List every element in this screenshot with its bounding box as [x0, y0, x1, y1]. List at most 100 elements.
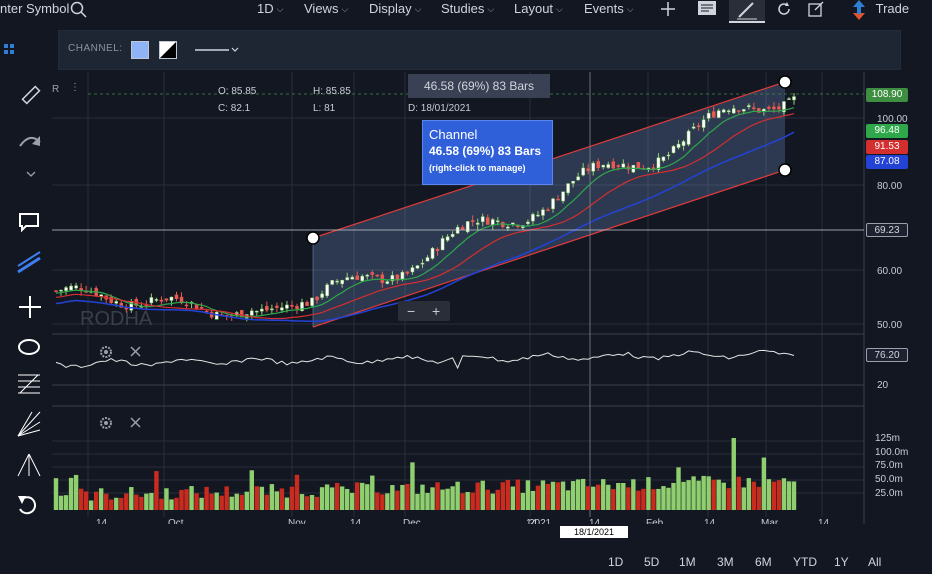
- pitchfork-icon[interactable]: [17, 453, 41, 477]
- volume-bar: [199, 497, 204, 510]
- range-3m[interactable]: 3M: [717, 555, 734, 569]
- volume-bar: [88, 500, 94, 510]
- oscillator-value-badge: 76.20: [866, 348, 908, 362]
- volume-bar: [184, 489, 189, 510]
- candle-body: [410, 267, 415, 273]
- add-icon[interactable]: [659, 0, 677, 21]
- candle-body: [576, 176, 580, 181]
- volume-bar: [144, 493, 149, 510]
- zoom-in-button[interactable]: +: [432, 303, 440, 319]
- channel-line-color-swatch[interactable]: [159, 41, 177, 59]
- volume-bar: [736, 476, 741, 510]
- candle-body: [536, 214, 540, 217]
- candle-body: [591, 162, 595, 172]
- time-tick: 14: [96, 518, 108, 524]
- symbol-search-input[interactable]: nter Symbol: [0, 1, 69, 16]
- trade-button[interactable]: Trade: [852, 0, 909, 20]
- channel-handle-end[interactable]: [778, 75, 792, 89]
- volume-bar: [530, 490, 536, 510]
- trend-line-icon[interactable]: [17, 251, 41, 274]
- volume-bar: [706, 476, 711, 510]
- volume-bar: [525, 480, 531, 510]
- candle-body: [199, 307, 204, 309]
- channel-fill-color-swatch[interactable]: [131, 41, 149, 59]
- display-menu[interactable]: Display ⌵: [369, 1, 421, 16]
- draw-pencil-icon[interactable]: [729, 0, 765, 23]
- close-icon[interactable]: [130, 346, 141, 357]
- volume-bar: [611, 489, 616, 510]
- time-tick: Dec: [403, 518, 421, 524]
- line-style-dropdown[interactable]: [195, 43, 241, 61]
- volume-bar: [214, 492, 219, 510]
- events-menu[interactable]: Events ⌵: [584, 1, 634, 16]
- popout-icon[interactable]: [807, 0, 825, 21]
- volume-bar: [164, 488, 169, 510]
- range-1y[interactable]: 1Y: [834, 555, 849, 569]
- fibonacci-icon[interactable]: [18, 374, 40, 394]
- price-badge: 96.48: [866, 124, 908, 138]
- volume-bar: [390, 485, 395, 510]
- candle-body: [345, 277, 349, 281]
- candle-body: [470, 220, 475, 222]
- time-tick: 14: [704, 518, 716, 524]
- close-icon[interactable]: [130, 417, 141, 428]
- range-6m[interactable]: 6M: [755, 555, 772, 569]
- channel-handle-start[interactable]: [306, 231, 320, 245]
- candle-body: [335, 280, 339, 283]
- views-menu[interactable]: Views ⌵: [304, 1, 348, 16]
- volume-bar: [681, 481, 686, 510]
- gear-icon[interactable]: [100, 346, 112, 358]
- volume-bar: [475, 482, 480, 510]
- candle-body: [255, 310, 259, 313]
- candle-body: [616, 165, 621, 167]
- trade-label: Trade: [875, 1, 910, 17]
- candle-body: [214, 311, 219, 320]
- redo-arrow-icon[interactable]: [19, 136, 41, 147]
- volume-bar: [149, 492, 154, 510]
- candle-body: [285, 304, 289, 309]
- candle-body: [792, 96, 796, 101]
- grid-apps-icon[interactable]: [4, 44, 14, 54]
- gann-fan-icon[interactable]: [17, 411, 41, 437]
- range-5d[interactable]: 5D: [644, 555, 659, 569]
- interval-dropdown[interactable]: 1D ⌵: [257, 1, 283, 16]
- time-axis: 14 Oct Nov 14 Dec 142021 14 Feb 14 Mar 14: [96, 518, 830, 524]
- channel-handle-width[interactable]: [778, 163, 792, 177]
- volume-bar: [560, 481, 566, 510]
- crosshair-icon[interactable]: [19, 296, 41, 318]
- range-1m[interactable]: 1M: [679, 555, 696, 569]
- candle-body: [541, 209, 545, 216]
- range-all[interactable]: All: [868, 555, 881, 569]
- refresh-icon[interactable]: [775, 0, 793, 21]
- candle-body: [430, 248, 435, 259]
- candle-body: [556, 198, 560, 201]
- channel-properties-bar: CHANNEL:: [58, 30, 901, 70]
- volume-bar: [570, 481, 576, 510]
- volume-bar: [114, 497, 119, 510]
- range-ytd[interactable]: YTD: [793, 555, 817, 569]
- notes-icon[interactable]: [697, 0, 717, 21]
- layout-menu[interactable]: Layout ⌵: [514, 1, 563, 16]
- gear-icon[interactable]: [100, 417, 112, 429]
- volume-bar: [601, 479, 606, 510]
- undo-icon[interactable]: [18, 496, 37, 515]
- range-1d[interactable]: 1D: [608, 555, 623, 569]
- volume-bar: [174, 497, 179, 510]
- comment-icon[interactable]: [19, 213, 39, 233]
- chevron-down-icon[interactable]: [26, 171, 36, 177]
- candle-body: [787, 98, 791, 100]
- volume-bar: [490, 493, 495, 510]
- candle-body: [69, 285, 73, 291]
- volume-bar: [93, 491, 99, 510]
- ohlc-open: O: 85.85: [218, 86, 257, 97]
- legend-menu-icon[interactable]: R: [52, 84, 59, 95]
- zoom-out-button[interactable]: −: [407, 303, 415, 319]
- studies-menu[interactable]: Studies ⌵: [441, 1, 494, 16]
- volume-bar: [455, 481, 460, 510]
- search-icon[interactable]: [70, 1, 88, 22]
- ellipse-icon[interactable]: [18, 339, 40, 355]
- volume-bar: [515, 479, 521, 510]
- more-options-icon[interactable]: ⋮: [70, 82, 80, 93]
- chevron-down-icon: ⌵: [626, 4, 634, 15]
- ruler-icon[interactable]: [21, 85, 41, 105]
